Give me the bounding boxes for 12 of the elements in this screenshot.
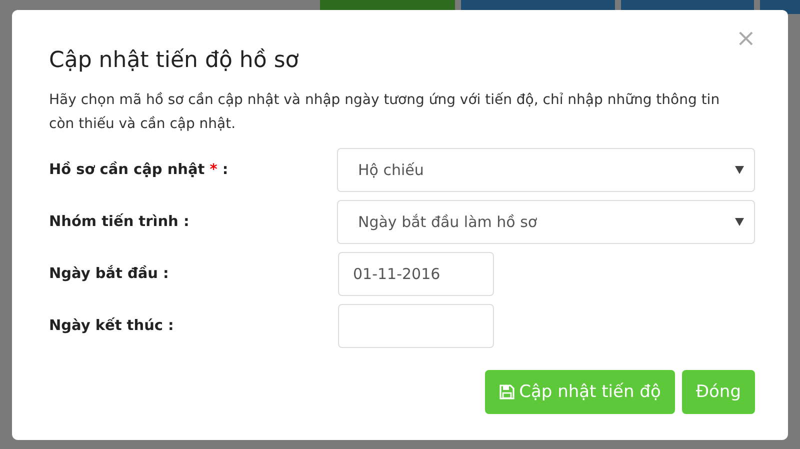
field-label: Ngày kết thúc :: [49, 316, 175, 336]
field-label: Hồ sơ cần cập nhật * :: [49, 160, 230, 180]
date-input[interactable]: 01-11-2016: [338, 252, 494, 296]
caret-icon: [735, 218, 744, 226]
dialog-description: Hãy chọn mã hồ sơ cần cập nhật và nhập ngày tương ứng với tiến độ, chỉ nhập những thông tin còn thiếu và cần cập nhật.: [49, 91, 721, 134]
field-label: Nhóm tiến trình :: [49, 212, 190, 232]
select-field[interactable]: Ngày bắt đầu làm hồ sơ: [337, 200, 755, 244]
dialog-title: Cập nhật tiến độ hồ sơ: [49, 48, 300, 74]
field-label: Ngày bắt đầu :: [49, 264, 170, 284]
date-input[interactable]: [338, 304, 494, 348]
select-field[interactable]: Hộ chiếu: [337, 148, 755, 192]
caret-icon: [735, 166, 744, 174]
